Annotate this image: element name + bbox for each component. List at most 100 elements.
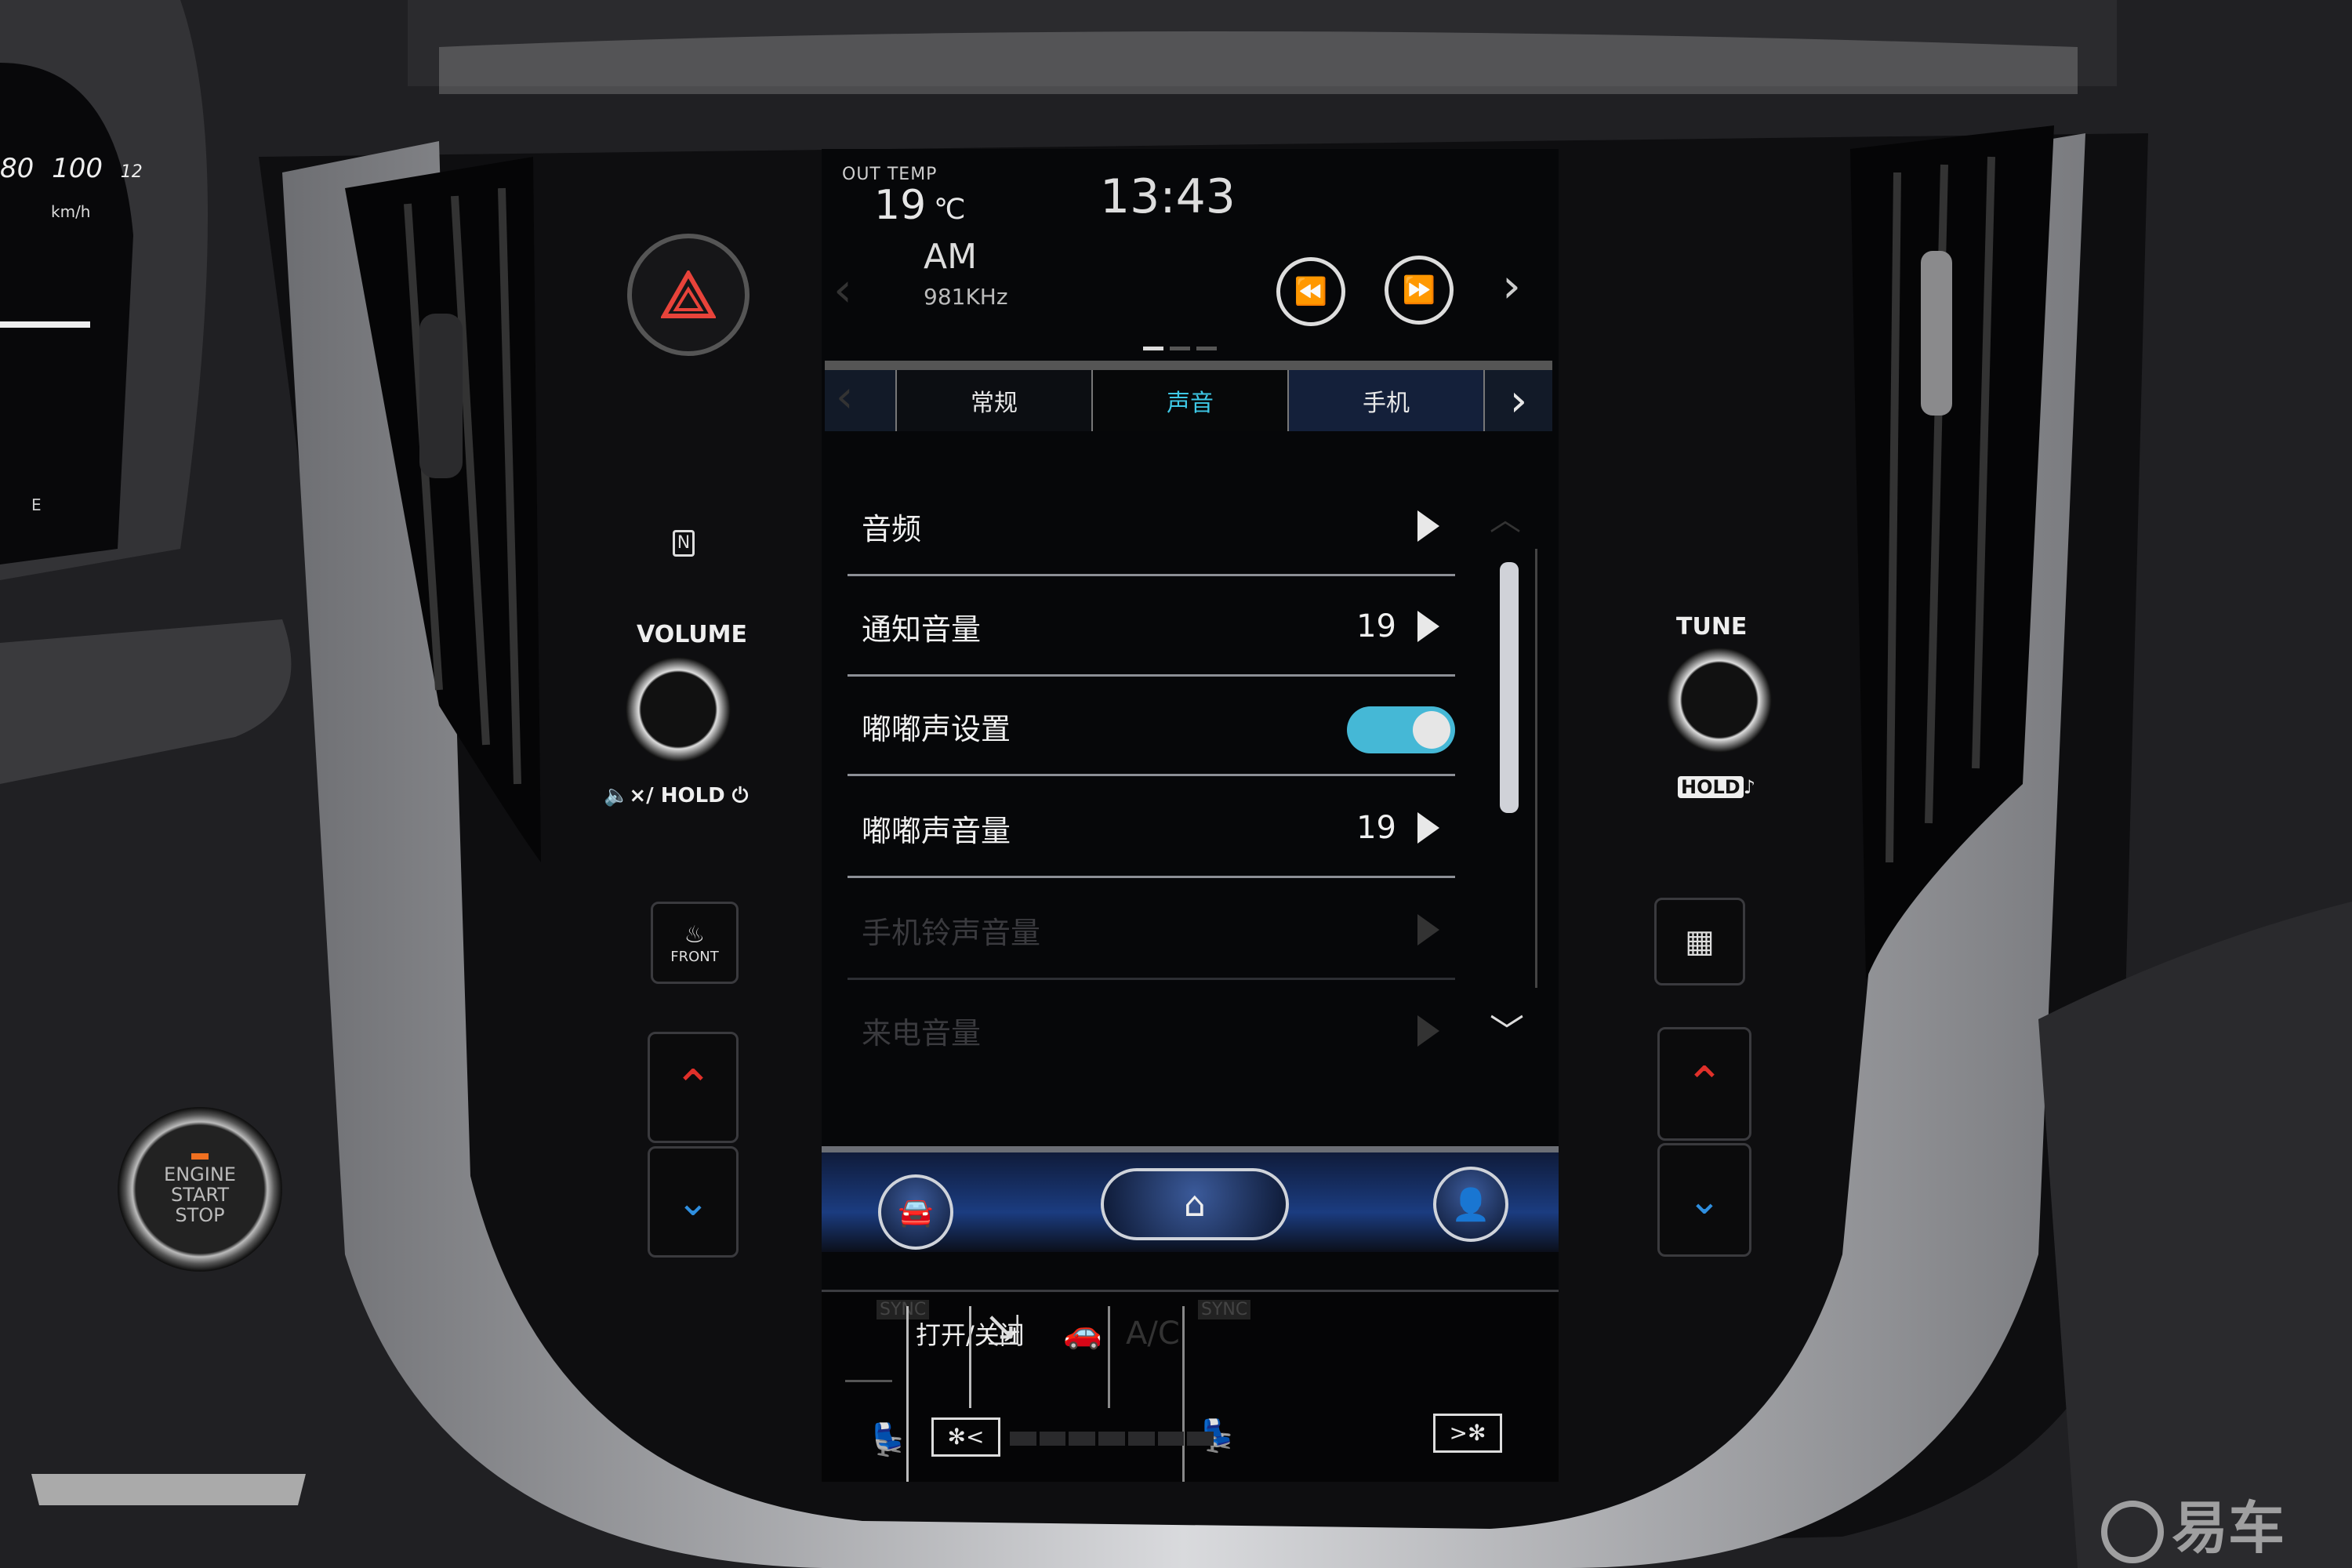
setting-incoming-call-volume[interactable]: 来电音量 — [848, 982, 1455, 1080]
speedometer-labels: 80 100 12 — [0, 153, 143, 184]
fast-forward-icon: ⏩ — [1402, 274, 1436, 306]
temp-down-right-button[interactable]: ⌄ — [1657, 1143, 1751, 1257]
defrost-icon: ♨ — [684, 920, 706, 949]
page-dot — [1196, 347, 1217, 350]
settings-tabs: ‹ 常规 声音 手机 › — [825, 361, 1552, 431]
home-button[interactable]: ⌂ — [1101, 1168, 1289, 1240]
seat-heater-icon: 💺 — [869, 1422, 908, 1458]
page-indicator — [1143, 347, 1217, 350]
chevron-down-icon: ⌄ — [677, 1179, 710, 1225]
divider — [845, 1380, 892, 1382]
clock: 13:43 — [1100, 169, 1236, 224]
start-label: START — [170, 1184, 230, 1206]
fan-level-segment — [1069, 1432, 1096, 1446]
airflow-mode-button[interactable]: ⇲ — [986, 1308, 1021, 1355]
front-defrost-button[interactable]: ♨ FRONT — [651, 902, 739, 984]
home-icon: ⌂ — [1184, 1184, 1206, 1225]
setting-value: 19 — [1356, 810, 1396, 846]
tab-next-icon[interactable]: › — [1483, 370, 1552, 431]
play-arrow-icon — [1417, 1014, 1439, 1047]
speed-label: 80 — [0, 153, 34, 184]
sync-right-label: SYNC — [1198, 1300, 1251, 1319]
rewind-button[interactable]: ⏪ — [1276, 257, 1345, 326]
setting-audio[interactable]: 音频 — [848, 478, 1455, 576]
fan-level-segment — [1098, 1432, 1125, 1446]
watermark-text: 易车 — [2172, 1495, 2285, 1561]
setting-label: 来电音量 — [862, 1016, 982, 1051]
speed-label: 12 — [120, 162, 143, 182]
hazard-button[interactable] — [627, 234, 750, 356]
recirculation-button[interactable]: 🚗 — [1063, 1314, 1102, 1351]
fan-level-segment — [1187, 1432, 1214, 1446]
recirculation-icon: 🚗 — [1063, 1315, 1102, 1351]
chevron-up-icon: ⌃ — [1684, 1056, 1725, 1112]
setting-label: 嘟嘟声音量 — [862, 813, 1011, 848]
fan-level-segment — [1157, 1432, 1185, 1446]
ac-button[interactable]: A/C — [1126, 1316, 1180, 1352]
play-arrow-icon — [1417, 611, 1439, 642]
car-button[interactable]: 🚘 — [878, 1174, 953, 1250]
stop-label: STOP — [175, 1204, 225, 1226]
bottom-nav: 🚘 ⌂ 👤 — [822, 1146, 1559, 1252]
page-dot — [1170, 347, 1190, 350]
hazard-icon — [661, 270, 716, 318]
profile-button[interactable]: 👤 — [1433, 1167, 1508, 1242]
tab-phone[interactable]: 手机 — [1287, 370, 1483, 431]
infotainment-screen: OUT TEMP 19 ℃ 13:43 ‹ AM 981KHz ⏪ ⏩ › ‹ 常… — [822, 149, 1559, 1482]
fan-level-segment — [1127, 1432, 1155, 1446]
watermark: 易车 — [2101, 1482, 2285, 1564]
engine-start-button[interactable]: ENGINE START STOP — [118, 1107, 282, 1272]
volume-label: VOLUME — [637, 621, 747, 648]
setting-label: 嘟嘟声设置 — [862, 711, 1011, 746]
setting-label: 音频 — [862, 511, 922, 546]
fan-level-bar[interactable] — [1010, 1432, 1214, 1446]
tune-label: TUNE — [1676, 613, 1748, 641]
setting-notification-volume[interactable]: 通知音量 19 — [848, 579, 1455, 677]
tune-knob[interactable] — [1667, 648, 1772, 753]
setting-beep: 嘟嘟声设置 — [848, 678, 1455, 776]
chevron-down-icon: ⌄ — [1688, 1177, 1721, 1223]
fuel-label: E — [31, 495, 42, 514]
chevron-left-icon[interactable]: ‹ — [833, 263, 852, 318]
setting-ringtone-volume[interactable]: 手机铃声音量 — [848, 882, 1455, 980]
fan-up-button[interactable]: >✻ — [1433, 1414, 1502, 1453]
scroll-track — [1535, 549, 1537, 988]
scroll-up-icon[interactable]: ︿ — [1490, 494, 1521, 539]
out-temp-number: 19 — [874, 182, 927, 229]
rear-defrost-button[interactable]: ▦ — [1654, 898, 1745, 985]
fast-forward-button[interactable]: ⏩ — [1385, 256, 1454, 325]
chevron-up-icon: ⌃ — [673, 1060, 713, 1115]
user-icon: 👤 — [1451, 1186, 1490, 1223]
tab-sound[interactable]: 声音 — [1091, 370, 1287, 431]
radio-frequency: 981KHz — [924, 284, 1008, 310]
divider — [906, 1306, 909, 1482]
scrollbar-thumb[interactable] — [1500, 562, 1519, 813]
airflow-icon: ⇲ — [986, 1308, 1021, 1355]
play-arrow-icon — [1417, 914, 1439, 946]
toggle-knob — [1413, 711, 1450, 749]
temp-down-left-button[interactable]: ⌄ — [648, 1146, 739, 1258]
mute-hold-label: 🔈×/ HOLD ⏻ — [604, 784, 749, 808]
nfc-icon: N — [673, 530, 695, 557]
volume-knob[interactable] — [626, 657, 731, 762]
climate-bar: SYNC 💺 打开/关闭 ⇲ 🚗 A/C SYNC 💺 ✻< — [822, 1290, 1559, 1482]
speed-label: 100 — [52, 153, 103, 184]
fan-icon: ✻< — [947, 1424, 985, 1450]
tab-general[interactable]: 常规 — [895, 370, 1091, 431]
seat-heat-left-button[interactable]: 💺 — [869, 1421, 908, 1458]
beep-toggle[interactable] — [1347, 706, 1455, 753]
divider — [969, 1306, 971, 1408]
temp-up-left-button[interactable]: ⌃ — [648, 1032, 739, 1143]
setting-beep-volume[interactable]: 嘟嘟声音量 19 — [848, 780, 1455, 878]
setting-label: 通知音量 — [862, 612, 982, 647]
gauge-needle — [0, 321, 90, 328]
tab-prev-icon[interactable]: ‹ — [836, 372, 853, 423]
fan-down-button[interactable]: ✻< — [931, 1417, 1000, 1457]
chevron-right-icon[interactable]: › — [1502, 259, 1521, 314]
engine-label: ENGINE — [164, 1163, 236, 1185]
engine-indicator-light — [191, 1153, 209, 1160]
divider — [1108, 1306, 1110, 1408]
hold-label: HOLD ♪ — [1678, 776, 1755, 798]
scroll-down-icon[interactable]: ﹀ — [1490, 1004, 1524, 1054]
temp-up-right-button[interactable]: ⌃ — [1657, 1027, 1751, 1141]
